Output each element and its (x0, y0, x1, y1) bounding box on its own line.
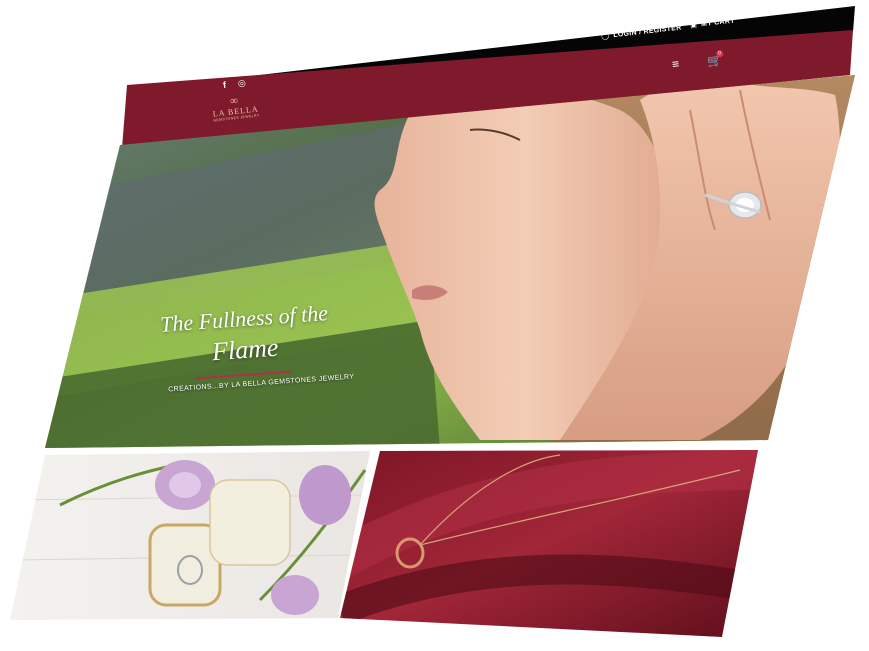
user-icon: ◯ (600, 32, 610, 41)
site-logo[interactable]: ∞ LA BELLA GEMSTONES JEWELRY (211, 92, 259, 123)
hero-title-line2: Flame (211, 332, 280, 367)
page-mockup (10, 6, 855, 637)
menu-icon[interactable]: ≡ (671, 57, 680, 72)
cart-icon[interactable]: 🛒 0 (706, 49, 724, 69)
bag-icon: ▣ (689, 21, 698, 30)
mockup-stage: ◯ LOGIN / REGISTER ▣ MY CART ≡ 🛒 0 f ◎ ∞ … (0, 0, 869, 651)
instagram-icon[interactable]: ◎ (237, 78, 246, 90)
